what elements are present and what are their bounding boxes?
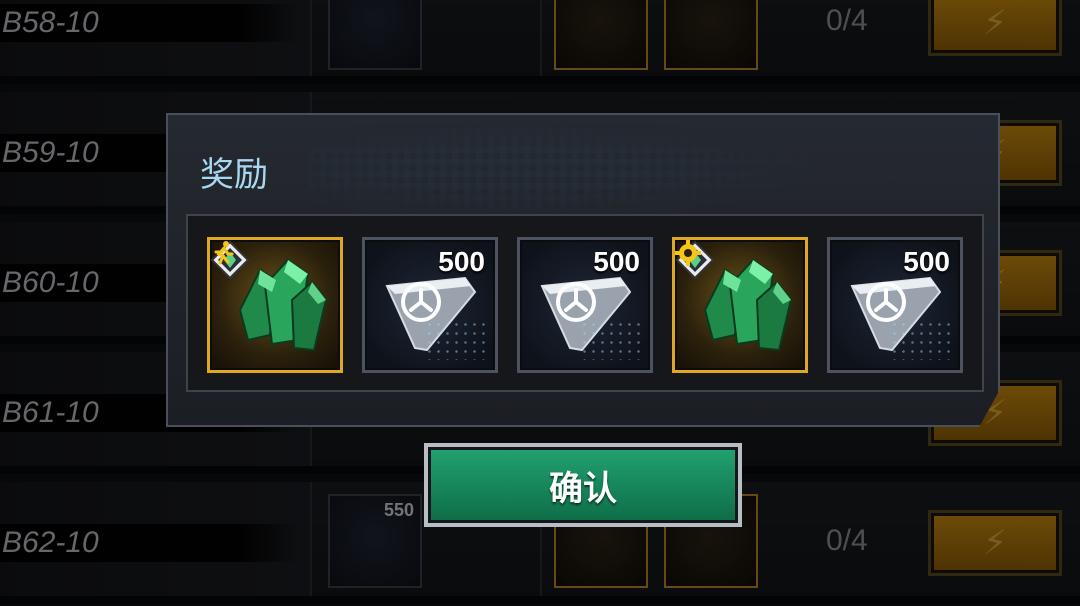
reward-amount: 500 [593,246,640,277]
reward-item-emerald[interactable] [672,237,808,373]
runner-icon [214,241,234,265]
reward-item-silver-core[interactable]: 500 [517,237,653,373]
reward-item-silver-core[interactable]: 500 [362,237,498,373]
reward-amount: 500 [903,246,950,277]
reward-amount: 500 [438,246,485,277]
confirm-button[interactable]: 确认 [428,447,738,523]
reward-tray: 500 500 500 [186,214,984,392]
decorative-pattern [308,123,828,215]
reward-item-silver-core[interactable]: 500 [827,237,963,373]
reward-dialog: 奖励 500 500 500 [166,113,1000,427]
gear-badge-icon [675,240,701,266]
reward-item-emerald[interactable] [207,237,343,373]
dialog-title: 奖励 [200,155,268,195]
confirm-button-frame: 确认 [424,443,742,527]
